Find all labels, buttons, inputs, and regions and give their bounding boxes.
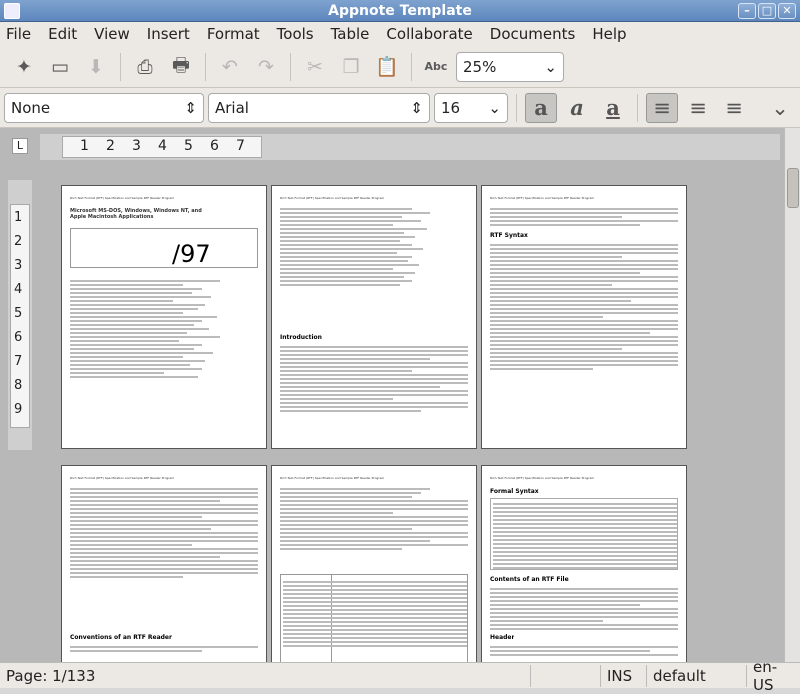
app-logo-icon (4, 3, 20, 19)
status-bar: Page: 1/133 INS default en-US (0, 658, 800, 694)
menu-insert[interactable]: Insert (147, 25, 190, 43)
horizontal-ruler[interactable]: 1 2 3 4 5 6 7 (40, 134, 780, 160)
paste-icon[interactable]: 📋 (371, 51, 403, 83)
close-button[interactable]: ✕ (778, 3, 796, 19)
maximize-button[interactable]: □ (758, 3, 776, 19)
chevron-down-icon: ⌄ (544, 57, 557, 76)
vertical-ruler[interactable]: 1 2 3 4 5 6 7 8 9 (8, 180, 32, 450)
align-left-button[interactable]: ≡ (646, 92, 678, 123)
zoom-combo[interactable]: 25% ⌄ (456, 51, 564, 82)
page-6[interactable]: Rich Text Format (RTF) Specification and… (482, 466, 686, 666)
font-size-combo[interactable]: 16 ⌄ (434, 92, 508, 123)
underline-button[interactable]: a (597, 93, 629, 123)
spellcheck-icon[interactable]: Abc (420, 51, 452, 83)
menu-collaborate[interactable]: Collaborate (386, 25, 472, 43)
page-3[interactable]: Rich Text Format (RTF) Specification and… (482, 186, 686, 448)
font-combo[interactable]: Arial ⇕ (208, 92, 430, 123)
language[interactable]: en-US (746, 658, 800, 694)
zoom-value: 25% (463, 57, 497, 76)
document-area[interactable]: L 1 2 3 4 5 6 7 1 2 3 4 5 6 7 8 9 Rich T… (0, 128, 800, 666)
doc-title: Microsoft MS-DOS, Windows, Windows NT, a… (70, 208, 202, 220)
menu-table[interactable]: Table (331, 25, 370, 43)
spin-icon: ⇕ (410, 98, 423, 117)
standard-toolbar: ✦ ▭ ⬇ ⎙ 🖶 ↶ ↷ ✂ ❐ 📋 Abc 25% ⌄ (0, 46, 800, 88)
spin-icon: ⇕ (184, 98, 197, 117)
undo-icon[interactable]: ↶ (214, 51, 246, 83)
page-4[interactable]: Rich Text Format (RTF) Specification and… (62, 466, 266, 666)
font-size-value: 16 (441, 98, 461, 117)
redo-icon[interactable]: ↷ (250, 51, 282, 83)
page-indicator: Page: 1/133 (6, 666, 96, 685)
format-toolbar: None ⇕ Arial ⇕ 16 ⌄ a a a ≡ ≡ ≡ ⌄ (0, 88, 800, 128)
tab-stop-selector[interactable]: L (12, 138, 28, 154)
print-icon[interactable]: 🖶 (165, 51, 197, 83)
menu-bar: File Edit View Insert Format Tools Table… (0, 22, 800, 46)
title-bar: Appnote Template – □ ✕ (0, 0, 800, 22)
print-preview-icon[interactable]: ⎙ (129, 51, 161, 83)
new-document-icon[interactable]: ✦ (8, 51, 40, 83)
insert-mode[interactable]: INS (600, 664, 646, 687)
menu-help[interactable]: Help (592, 25, 626, 43)
scrollbar-thumb[interactable] (787, 168, 799, 208)
align-right-button[interactable]: ≡ (718, 93, 750, 123)
style-value: None (11, 98, 51, 117)
style-combo[interactable]: None ⇕ (4, 92, 204, 123)
minimize-button[interactable]: – (738, 3, 756, 19)
chevron-down-icon: ⌄ (488, 98, 501, 117)
copy-icon[interactable]: ❐ (335, 51, 367, 83)
save-icon[interactable]: ⬇ (80, 51, 112, 83)
align-center-button[interactable]: ≡ (682, 93, 714, 123)
menu-documents[interactable]: Documents (490, 25, 576, 43)
menu-tools[interactable]: Tools (277, 25, 314, 43)
cut-icon[interactable]: ✂ (299, 51, 331, 83)
font-value: Arial (215, 98, 249, 117)
window-title: Appnote Template (328, 3, 472, 19)
menu-format[interactable]: Format (207, 25, 260, 43)
menu-file[interactable]: File (6, 25, 31, 43)
page-5[interactable]: Rich Text Format (RTF) Specification and… (272, 466, 476, 666)
italic-button[interactable]: a (561, 93, 593, 123)
more-options-icon[interactable]: ⌄ (764, 93, 796, 123)
menu-view[interactable]: View (94, 25, 130, 43)
doc-date: /97 (172, 242, 211, 266)
page-2[interactable]: Rich Text Format (RTF) Specification and… (272, 186, 476, 448)
open-folder-icon[interactable]: ▭ (44, 51, 76, 83)
vertical-scrollbar[interactable] (784, 128, 800, 662)
bold-button[interactable]: a (525, 92, 557, 123)
page-style[interactable]: default (646, 664, 746, 687)
page-1[interactable]: Rich Text Format (RTF) Specification and… (62, 186, 266, 448)
menu-edit[interactable]: Edit (48, 25, 77, 43)
